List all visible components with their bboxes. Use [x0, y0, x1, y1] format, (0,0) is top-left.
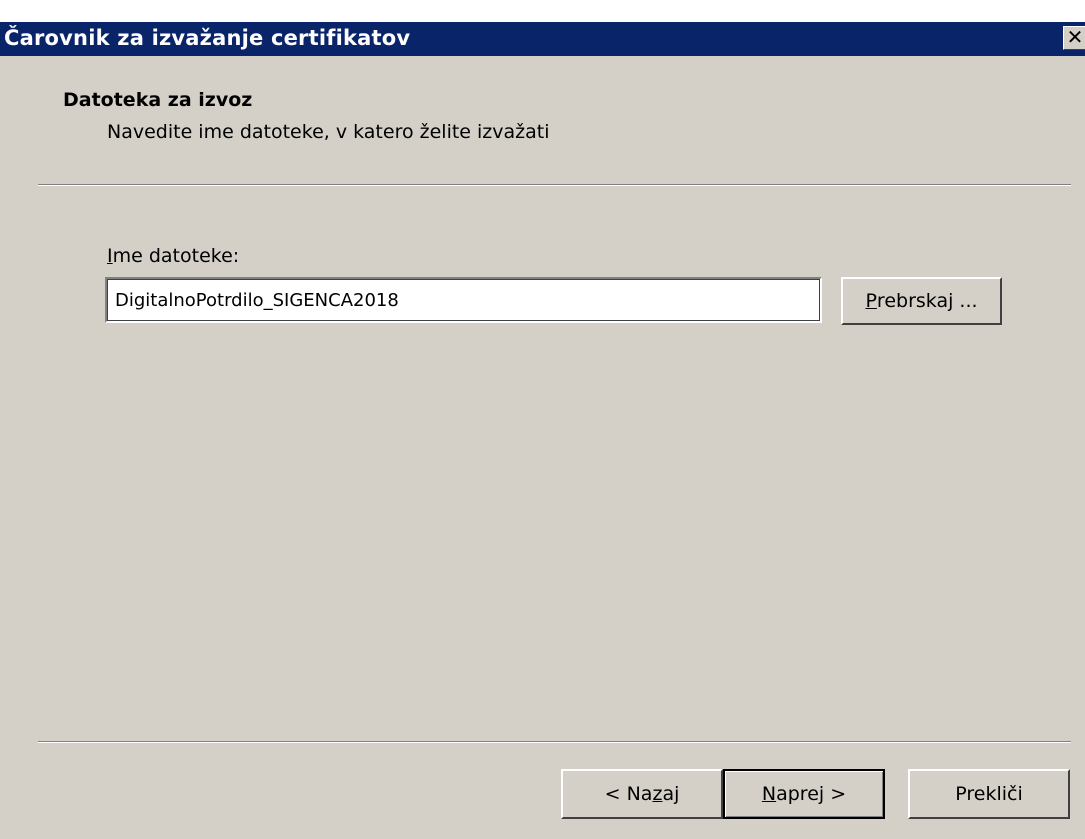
- cancel-button[interactable]: Prekliči: [908, 769, 1070, 819]
- export-wizard-window: Čarovnik za izvažanje certifikatov ✕ Dat…: [0, 0, 1085, 839]
- next-button[interactable]: Naprej >: [723, 769, 885, 819]
- page-title: Datoteka za izvoz: [63, 89, 253, 111]
- back-button-accesskey: z: [652, 783, 663, 805]
- next-button-label: aprej >: [776, 783, 847, 805]
- file-name-input[interactable]: [105, 277, 822, 323]
- footer-divider: [38, 741, 1071, 743]
- window-title: Čarovnik za izvažanje certifikatov: [4, 26, 411, 50]
- title-bar[interactable]: Čarovnik za izvažanje certifikatov ✕: [0, 22, 1085, 56]
- next-button-accesskey: N: [761, 783, 777, 805]
- page-subtitle: Navedite ime datoteke, v katero želite i…: [107, 121, 550, 143]
- file-name-label-text: me datoteke:: [112, 245, 240, 267]
- browse-button-accesskey: P: [865, 290, 877, 312]
- browse-button[interactable]: Prebrskaj ...: [841, 277, 1002, 325]
- browse-button-label: rebrskaj ...: [876, 290, 978, 312]
- close-icon: ✕: [1066, 25, 1084, 49]
- close-button[interactable]: ✕: [1063, 26, 1085, 50]
- back-button[interactable]: < Na z aj: [561, 769, 723, 819]
- top-margin: [0, 0, 1085, 22]
- file-name-label: Ime datoteke:: [107, 245, 239, 267]
- back-button-prefix: < Na: [604, 783, 653, 805]
- header-divider: [38, 184, 1071, 186]
- back-button-suffix: aj: [662, 783, 680, 805]
- cancel-button-label: Prekliči: [955, 783, 1023, 805]
